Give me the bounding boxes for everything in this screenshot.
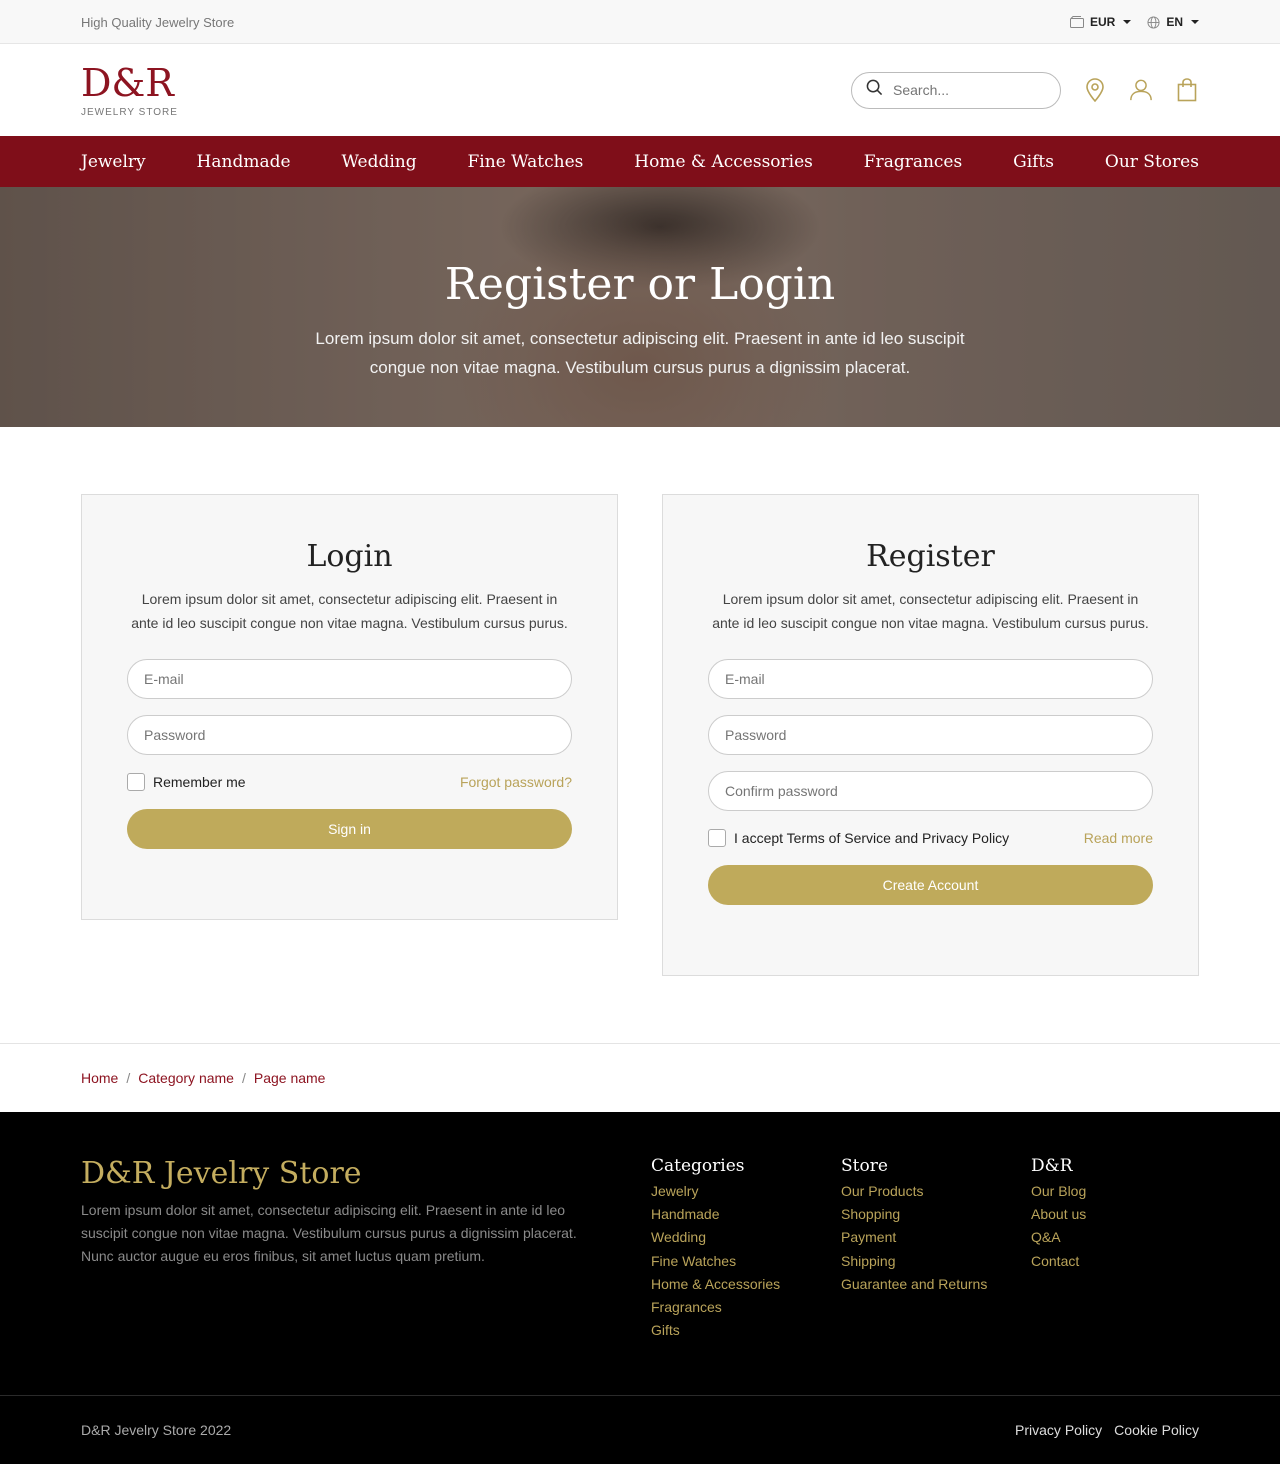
chevron-down-icon [1123, 20, 1132, 24]
footer: D&R Jevelry Store Lorem ipsum dolor sit … [0, 1112, 1280, 1395]
remember-me-label: Remember me [153, 774, 246, 790]
footer-column-title: D&R [1031, 1156, 1073, 1176]
nav-item-wedding[interactable]: Wedding [341, 152, 416, 172]
footer-link[interactable]: Our Blog [1031, 1180, 1086, 1203]
login-password-input[interactable] [144, 727, 555, 743]
footer-bottom-bar: D&R Jevelry Store 2022 Privacy Policy Co… [0, 1395, 1280, 1464]
tagline: High Quality Jewelry Store [81, 14, 235, 30]
login-password-field [127, 715, 572, 755]
search-input[interactable] [893, 82, 1043, 98]
footer-link[interactable]: Home & Accessories [651, 1273, 780, 1296]
chevron-down-icon [1191, 20, 1199, 24]
footer-link[interactable]: Wedding [651, 1226, 780, 1249]
auth-section: Login Lorem ipsum dolor sit amet, consec… [0, 427, 1280, 1043]
login-card: Login Lorem ipsum dolor sit amet, consec… [81, 494, 618, 920]
nav-item-jewelry[interactable]: Jewelry [81, 152, 146, 172]
footer-link[interactable]: Shipping [841, 1250, 987, 1273]
register-email-field [708, 659, 1153, 699]
nav-item-gifts[interactable]: Gifts [1013, 152, 1054, 172]
footer-link[interactable]: Guarantee and Returns [841, 1273, 987, 1296]
footer-link[interactable]: Gifts [651, 1319, 780, 1342]
accept-terms-checkbox[interactable] [708, 829, 726, 847]
register-email-input[interactable] [725, 671, 1136, 687]
forgot-password-link[interactable]: Forgot password? [460, 774, 572, 790]
register-confirm-password-field [708, 771, 1153, 811]
register-password-field [708, 715, 1153, 755]
nav-item-handmade[interactable]: Handmade [197, 152, 291, 172]
register-description: Lorem ipsum dolor sit amet, consectetur … [712, 591, 1149, 631]
footer-link[interactable]: Payment [841, 1226, 987, 1249]
remember-me[interactable]: Remember me [127, 773, 246, 791]
accept-terms-label: I accept Terms of Service and Privacy Po… [734, 830, 1010, 846]
footer-brand-text: Lorem ipsum dolor sit amet, consectetur … [81, 1202, 577, 1264]
footer-link[interactable]: Q&A [1031, 1226, 1086, 1249]
copyright-text: D&R Jevelry Store 2022 [81, 1422, 232, 1438]
footer-brand-title: D&R Jevelry Store [81, 1156, 362, 1191]
nav-item-fine-watches[interactable]: Fine Watches [468, 152, 584, 172]
footer-column-store: Store Our Products Shopping Payment Ship… [841, 1156, 987, 1296]
footer-link[interactable]: Contact [1031, 1250, 1086, 1273]
nav-item-fragrances[interactable]: Fragrances [864, 152, 962, 172]
create-account-button[interactable]: Create Account [708, 865, 1153, 905]
language-label: EN [1166, 15, 1183, 29]
register-title: Register [866, 539, 995, 574]
footer-link[interactable]: Jewelry [651, 1180, 780, 1203]
footer-column-title: Categories [651, 1156, 745, 1176]
hero-banner: Register or Login Lorem ipsum dolor sit … [0, 187, 1280, 427]
breadcrumb-bar: Home / Category name / Page name [0, 1043, 1280, 1112]
remember-me-checkbox[interactable] [127, 773, 145, 791]
register-password-input[interactable] [725, 727, 1136, 743]
footer-link[interactable]: Handmade [651, 1203, 780, 1226]
login-email-field [127, 659, 572, 699]
main-nav: Jewelry Handmade Wedding Fine Watches Ho… [0, 136, 1280, 187]
logo-mark: D&R [81, 60, 174, 105]
footer-link[interactable]: Our Products [841, 1180, 987, 1203]
cookie-policy-link[interactable]: Cookie Policy [1114, 1422, 1199, 1438]
shopping-bag-icon[interactable] [1175, 77, 1199, 103]
hero-title: Register or Login [444, 259, 836, 310]
location-pin-icon[interactable] [1083, 77, 1107, 103]
logo[interactable]: D&R JEWELRY STORE [81, 63, 178, 118]
currency-label: EUR [1089, 15, 1116, 29]
privacy-policy-link[interactable]: Privacy Policy [1015, 1422, 1102, 1438]
language-dropdown[interactable]: EN [1147, 15, 1199, 29]
currency-dropdown[interactable]: EUR [1069, 15, 1132, 29]
nav-item-our-stores[interactable]: Our Stores [1105, 152, 1199, 172]
footer-link[interactable]: Fragrances [651, 1296, 780, 1319]
hero-text: Lorem ipsum dolor sit amet, consectetur … [315, 329, 965, 377]
logo-subtitle: JEWELRY STORE [81, 106, 178, 118]
accept-terms[interactable]: I accept Terms of Service and Privacy Po… [708, 829, 1009, 847]
sign-in-button[interactable]: Sign in [127, 809, 572, 849]
register-card: Register Lorem ipsum dolor sit amet, con… [662, 494, 1199, 976]
breadcrumb-separator: / [241, 1070, 246, 1086]
search-icon [866, 79, 883, 101]
login-email-input[interactable] [144, 671, 555, 687]
footer-link[interactable]: Shopping [841, 1203, 987, 1226]
read-more-link[interactable]: Read more [1084, 830, 1153, 846]
login-description: Lorem ipsum dolor sit amet, consectetur … [131, 591, 568, 631]
breadcrumb-home[interactable]: Home [81, 1070, 118, 1086]
register-confirm-password-input[interactable] [725, 783, 1136, 799]
footer-column-categories: Categories Jewelry Handmade Wedding Fine… [651, 1156, 780, 1342]
footer-brand: D&R Jevelry Store Lorem ipsum dolor sit … [81, 1156, 611, 1268]
breadcrumb-separator: / [126, 1070, 131, 1086]
login-title: Login [306, 539, 393, 574]
globe-icon [1147, 15, 1160, 29]
breadcrumb-page[interactable]: Page name [254, 1070, 326, 1086]
footer-column-dr: D&R Our Blog About us Q&A Contact [1031, 1156, 1086, 1273]
footer-link[interactable]: Fine Watches [651, 1250, 780, 1273]
wallet-icon [1069, 16, 1084, 28]
search-box [851, 71, 1061, 109]
top-bar: High Quality Jewelry Store EUR EN [0, 0, 1280, 44]
nav-item-home-accessories[interactable]: Home & Accessories [634, 152, 813, 172]
breadcrumb-category[interactable]: Category name [138, 1070, 234, 1086]
footer-column-title: Store [841, 1156, 888, 1176]
user-icon[interactable] [1129, 77, 1153, 103]
header: D&R JEWELRY STORE [0, 44, 1280, 136]
footer-link[interactable]: About us [1031, 1203, 1086, 1226]
breadcrumb: Home / Category name / Page name [81, 1044, 1280, 1112]
